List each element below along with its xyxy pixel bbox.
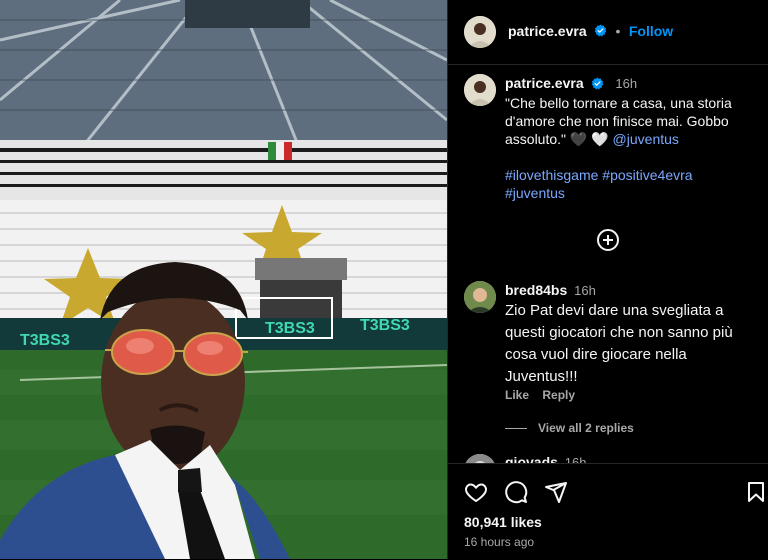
caption-author-username[interactable]: patrice.evra [505, 75, 584, 91]
caption-line: "Che bello tornare a casa, una storia [505, 95, 732, 111]
caption-line: assoluto." 🖤 🤍 [505, 131, 609, 147]
replies-divider [505, 428, 527, 429]
hashtag-link[interactable]: #juventus [505, 185, 565, 201]
share-icon[interactable] [544, 480, 568, 504]
caption-avatar-image [464, 74, 496, 106]
stadium-selfie-image: T3BS3 T3BS3 T3BS3 [0, 0, 447, 559]
sponsor-board-text-3: T3BS3 [360, 317, 410, 334]
bookmark-icon[interactable] [744, 480, 768, 504]
comment-text: Zio Pat devi dare una svegliata a questi… [505, 300, 760, 388]
plus-circle-icon[interactable] [596, 228, 620, 252]
post-actions-bar: 80,941 likes 16 hours ago [448, 463, 768, 560]
likes-count[interactable]: 80,941 likes [464, 514, 542, 530]
commenter-avatar-image [464, 454, 496, 463]
hashtag-link[interactable]: #ilovethisgame [505, 167, 598, 183]
commenter-avatar[interactable] [464, 281, 496, 313]
verified-badge-icon [594, 24, 607, 37]
comment-like-button[interactable]: Like [505, 388, 529, 402]
author-avatar[interactable] [464, 16, 496, 48]
post-side-panel: patrice.evra • Follow patrice.evra 16h "… [448, 0, 768, 559]
verified-badge-icon [591, 77, 603, 90]
comment-icon[interactable] [504, 480, 528, 504]
comment-time: 16h [564, 455, 587, 463]
comment-line: questi giocatori che non sanno più [505, 324, 733, 341]
follow-button[interactable]: Follow [629, 23, 673, 39]
sponsor-board-text: T3BS3 [20, 332, 70, 349]
commenter-avatar[interactable] [464, 454, 496, 463]
comment-line: Juventus!!! [505, 368, 578, 385]
hashtag-link[interactable]: #positive4evra [602, 167, 692, 183]
heart-icon[interactable] [464, 480, 488, 504]
author-username[interactable]: patrice.evra [508, 23, 587, 39]
post-header: patrice.evra • Follow [448, 0, 768, 65]
comment-reply-button[interactable]: Reply [542, 388, 575, 402]
caption-author-avatar[interactable] [464, 74, 496, 106]
comment-line: Zio Pat devi dare una svegliata a [505, 302, 724, 319]
sponsor-board-text-2: T3BS3 [265, 320, 315, 337]
header-separator: • [615, 23, 621, 39]
comment-username[interactable]: bred84bs [505, 282, 567, 298]
post-photo[interactable]: T3BS3 T3BS3 T3BS3 [0, 0, 447, 559]
comment-username[interactable]: giovads [505, 454, 558, 463]
post-timestamp[interactable]: 16 hours ago [464, 535, 534, 549]
comment-line: cosa vuol dire giocare nella [505, 346, 687, 363]
comment-time: 16h [574, 283, 596, 298]
caption-line: d'amore che non finisce mai. Gobbo [505, 113, 729, 129]
caption-time: 16h [615, 76, 638, 91]
caption-text: "Che bello tornare a casa, una storia d'… [505, 94, 755, 202]
author-avatar-image [464, 16, 496, 48]
caption-mention-link[interactable]: @juventus [613, 131, 679, 147]
view-replies-button[interactable]: View all 2 replies [538, 421, 634, 435]
commenter-avatar-image [464, 281, 496, 313]
